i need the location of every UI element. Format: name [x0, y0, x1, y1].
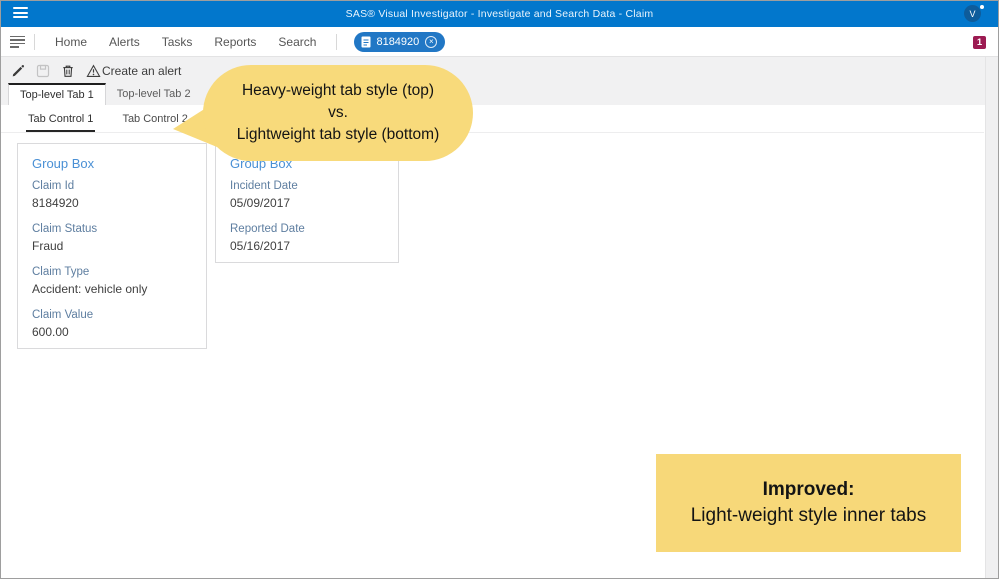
field-value: Accident: vehicle only — [32, 282, 148, 296]
page-list-icon[interactable] — [10, 35, 25, 48]
field-claim-type: Claim Type Accident: vehicle only — [32, 266, 192, 296]
document-icon — [361, 36, 371, 47]
note-body: Light-weight style inner tabs — [690, 505, 927, 526]
nav-divider — [34, 33, 35, 50]
group-box-claim: Group Box Claim Id 8184920 Claim Status … — [17, 143, 207, 349]
field-label: Claim Status — [32, 223, 98, 235]
title-bar: SAS® Visual Investigator - Investigate a… — [1, 1, 998, 27]
improvement-note: Improved: Light-weight style inner tabs — [656, 454, 961, 552]
alert-count-badge[interactable]: 1 — [973, 36, 986, 49]
user-avatar[interactable]: V — [964, 5, 984, 23]
app-title: SAS® Visual Investigator - Investigate a… — [345, 8, 654, 20]
note-heading: Improved: — [762, 479, 855, 501]
field-label: Claim Value — [32, 309, 94, 321]
nav-item-home[interactable]: Home — [44, 27, 98, 57]
warning-icon — [86, 64, 101, 77]
field-value: 600.00 — [32, 325, 69, 339]
app-window: SAS® Visual Investigator - Investigate a… — [0, 0, 999, 579]
edit-button[interactable] — [11, 64, 25, 78]
nav-item-reports[interactable]: Reports — [203, 27, 267, 57]
close-icon[interactable]: × — [425, 35, 438, 48]
callout-line: Heavy-weight tab style (top) — [241, 82, 435, 100]
group-box-dates: Group Box Incident Date 05/09/2017 Repor… — [215, 143, 399, 263]
field-label: Claim Type — [32, 266, 90, 278]
field-label: Reported Date — [230, 223, 305, 235]
record-toolbar: Create an alert — [11, 62, 181, 80]
field-incident-date: Incident Date 05/09/2017 — [230, 180, 384, 210]
callout-bubble: Heavy-weight tab style (top) vs. Lightwe… — [203, 65, 473, 161]
nav-item-search[interactable]: Search — [267, 27, 327, 57]
field-label: Incident Date — [230, 180, 298, 192]
field-value: 8184920 — [32, 196, 79, 210]
top-level-tab-1[interactable]: Top-level Tab 1 — [8, 83, 106, 105]
save-button[interactable] — [36, 64, 50, 78]
pencil-icon — [12, 65, 25, 77]
nav-bar: Home Alerts Tasks Reports Search 8184920… — [1, 27, 998, 57]
presence-dot-icon — [980, 5, 984, 9]
field-value: Fraud — [32, 239, 64, 253]
toolbar-and-tabstrip: Create an alert Top-level Tab 1 Top-leve… — [1, 57, 998, 105]
field-label: Claim Id — [32, 180, 75, 192]
callout-line: vs. — [328, 104, 348, 122]
inner-tabstrip: Tab Control 1 Tab Control 2 — [1, 105, 984, 133]
delete-button[interactable] — [61, 64, 75, 78]
field-value: 05/09/2017 — [230, 196, 291, 210]
right-gutter — [985, 57, 998, 578]
callout-line: Lightweight tab style (bottom) — [236, 125, 440, 143]
create-alert-button[interactable]: Create an alert — [86, 64, 181, 78]
hamburger-menu-icon[interactable] — [13, 7, 28, 20]
entity-tab-label: 8184920 — [376, 35, 420, 48]
open-entity-tab[interactable]: 8184920 × — [354, 31, 446, 52]
field-claim-id: Claim Id 8184920 — [32, 180, 192, 210]
nav-item-alerts[interactable]: Alerts — [98, 27, 151, 57]
nav-divider — [336, 33, 338, 50]
trash-icon — [63, 65, 73, 77]
field-claim-status: Claim Status Fraud — [32, 223, 192, 253]
nav-item-tasks[interactable]: Tasks — [151, 27, 204, 57]
save-icon — [36, 64, 50, 78]
create-alert-label: Create an alert — [102, 64, 182, 78]
field-claim-value: Claim Value 600.00 — [32, 309, 192, 339]
field-reported-date: Reported Date 05/16/2017 — [230, 223, 384, 253]
tab-control-1[interactable]: Tab Control 1 — [26, 106, 96, 132]
group-box-title: Group Box — [32, 156, 95, 171]
avatar-initial: V — [964, 5, 981, 22]
field-value: 05/16/2017 — [230, 239, 291, 253]
